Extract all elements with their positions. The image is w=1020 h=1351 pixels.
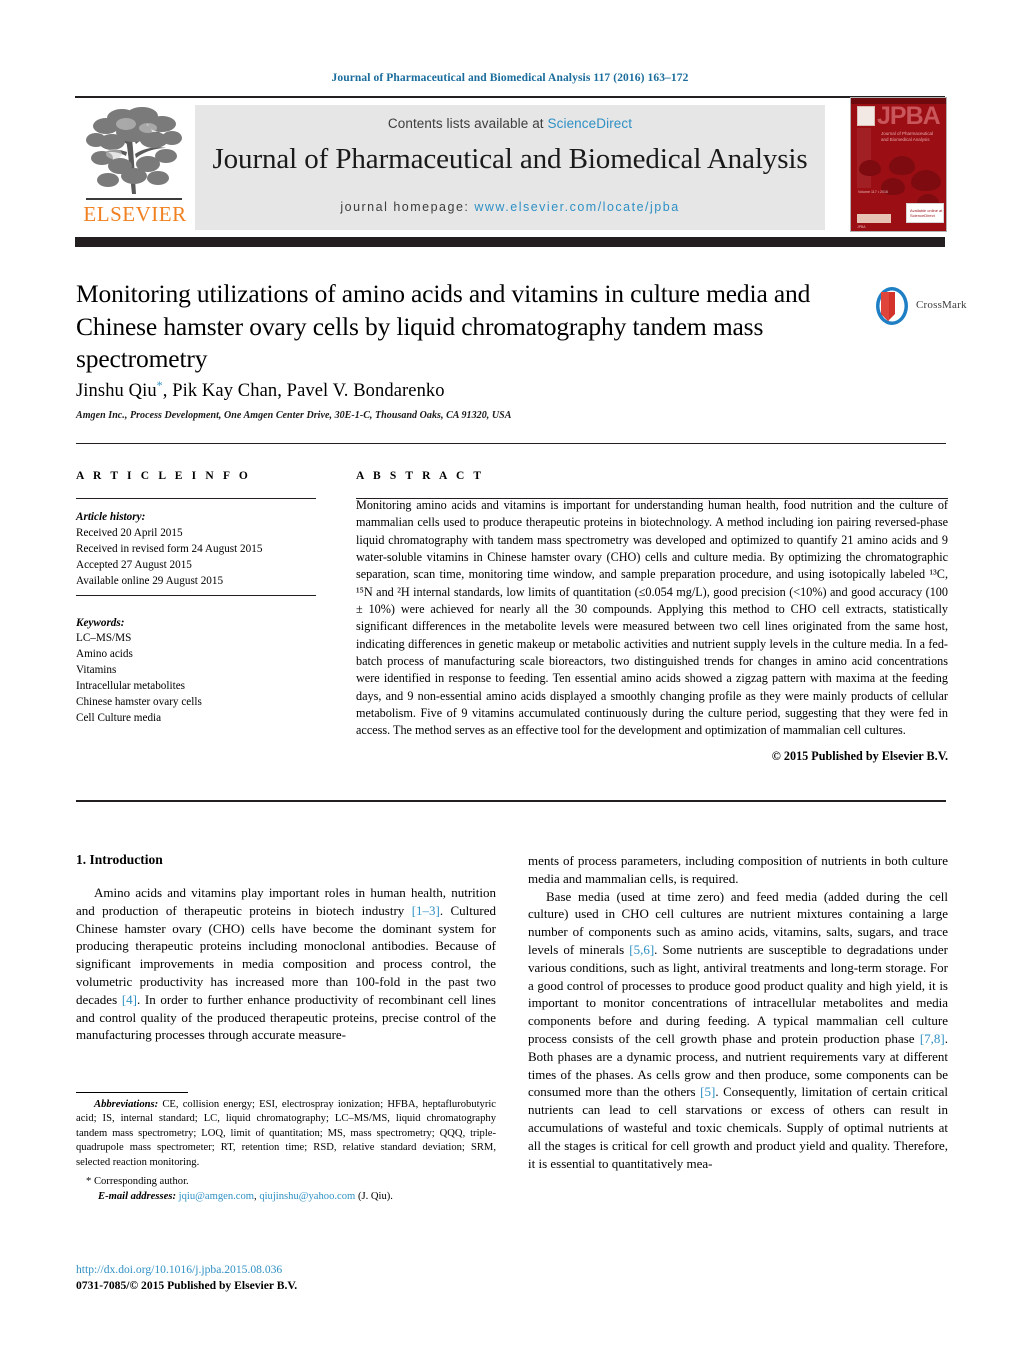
cover-sciencedirect-badge: Available online at ScienceDirect [906, 203, 944, 223]
masthead-grey-band: Contents lists available at ScienceDirec… [195, 105, 825, 230]
masthead-top-rule [75, 96, 945, 98]
journal-title: Journal of Pharmaceutical and Biomedical… [212, 143, 808, 175]
article-info-column: A R T I C L E I N F O Article history: R… [76, 470, 316, 727]
intro-text-c: . In order to further enhance productivi… [76, 991, 496, 1043]
history-item: Received 20 April 2015 [76, 526, 183, 539]
crossmark-badge[interactable]: CrossMark [872, 286, 967, 328]
intro-paragraph-left: Amino acids and vitamins play important … [76, 884, 496, 1044]
footnote-separator-rule [76, 1092, 188, 1093]
abstract-rule [356, 498, 948, 499]
email-link-primary[interactable]: jqiu@amgen.com [179, 1191, 254, 1202]
cover-decor-blob-2 [889, 156, 915, 175]
crossmark-label: CrossMark [916, 299, 967, 311]
journal-homepage-line: journal homepage: www.elsevier.com/locat… [195, 200, 825, 214]
email-suffix: (J. Qiu). [355, 1191, 393, 1203]
keyword-item: LC–MS/MS [76, 632, 132, 645]
article-history-label: Article history: [76, 511, 146, 523]
citation-ref-1-3[interactable]: [1–3] [412, 903, 440, 918]
intro-paragraph-right-continued: ments of process parameters, including c… [528, 853, 948, 886]
keywords-label: Keywords: [76, 616, 125, 629]
article-title: Monitoring utilizations of amino acids a… [76, 279, 811, 374]
cover-publisher-mark-icon [857, 214, 891, 223]
abbreviations-note: Abbreviations: CE, collision energy; ESI… [76, 1098, 496, 1170]
section-heading-introduction: 1. Introduction [76, 852, 163, 867]
elsevier-logo: ELSEVIER [78, 104, 188, 230]
issn-copyright-line: 0731-7085/© 2015 Published by Elsevier B… [76, 1278, 298, 1292]
running-head: Journal of Pharmaceutical and Biomedical… [331, 72, 689, 84]
citation-ref-5-6[interactable]: [5,6] [629, 942, 654, 957]
abstract-text: Monitoring amino acids and vitamins is i… [356, 498, 948, 738]
keyword-item: Vitamins [76, 664, 117, 677]
citation-ref-5[interactable]: [5] [700, 1084, 715, 1099]
doi-footer: http://dx.doi.org/10.1016/j.jpba.2015.08… [76, 1262, 506, 1294]
cover-volume-meta: Volume 117 • 2016 [858, 190, 888, 194]
email-addresses-note: E-mail addresses: jqiu@amgen.com, qiujin… [76, 1190, 496, 1204]
keywords-block: Keywords: LC–MS/MS Amino acids Vitamins … [76, 616, 316, 727]
journal-cover-thumbnail: JPBA Journal of Pharmaceutical and Biome… [850, 97, 947, 232]
body-column-right: ments of process parameters, including c… [528, 852, 948, 1172]
title-block: Monitoring utilizations of amino acids a… [76, 278, 866, 376]
author-rest: , Pik Kay Chan, Pavel V. Bondarenko [162, 381, 445, 402]
article-page: Journal of Pharmaceutical and Biomedical… [0, 0, 1020, 1351]
body-column-left: 1. Introduction Amino acids and vitamins… [76, 852, 496, 1044]
doi-link[interactable]: http://dx.doi.org/10.1016/j.jpba.2015.08… [76, 1263, 282, 1276]
cover-sciencedirect-badge-text: Available online at ScienceDirect [910, 208, 943, 219]
citation-ref-4[interactable]: [4] [122, 992, 137, 1007]
cover-decor-blob-3 [911, 170, 941, 191]
email-link-secondary[interactable]: qiujinshu@yahoo.com [259, 1191, 355, 1202]
masthead-black-bar [75, 237, 945, 247]
corresponding-author-note: * Corresponding author. [86, 1176, 189, 1188]
history-item: Accepted 27 August 2015 [76, 558, 192, 571]
keyword-item: Amino acids [76, 648, 133, 661]
elsevier-tree-icon [86, 106, 182, 198]
contents-available-line: Contents lists available at ScienceDirec… [195, 116, 825, 131]
keyword-item: Chinese hamster ovary cells [76, 696, 202, 709]
journal-homepage-link[interactable]: www.elsevier.com/locate/jpba [474, 200, 679, 214]
cover-acronym: JPBA [877, 102, 941, 130]
crossmark-logo-icon [872, 286, 912, 326]
elsevier-logo-baseline [86, 198, 182, 200]
abstract-column: A B S T R A C T Monitoring amino acids a… [356, 470, 948, 764]
author-primary: Jinshu Qiu [76, 381, 157, 402]
article-history-rule [76, 498, 316, 499]
abstract-heading: A B S T R A C T [356, 470, 485, 482]
history-item: Received in revised form 24 August 2015 [76, 542, 263, 555]
keyword-item: Intracellular metabolites [76, 680, 186, 693]
author-list: Jinshu Qiu*, Pik Kay Chan, Pavel V. Bond… [76, 378, 445, 402]
article-info-heading: A R T I C L E I N F O [76, 470, 251, 482]
footnotes-block: Abbreviations: CE, collision energy; ESI… [76, 1098, 496, 1205]
citation-ref-7-8[interactable]: [7,8] [920, 1031, 945, 1046]
right-text-b: . Some nutrients are susceptible to degr… [528, 941, 948, 1046]
keyword-item: Cell Culture media [76, 711, 162, 724]
cover-footer-text: JPBA [857, 225, 866, 229]
keywords-rule [76, 595, 316, 596]
intro-paragraph-right-2: Base media (used at time zero) and feed … [528, 888, 948, 1173]
article-info-top-rule [76, 443, 946, 444]
homepage-prefix: journal homepage: [340, 200, 475, 214]
sciencedirect-link[interactable]: ScienceDirect [548, 116, 633, 131]
author-affiliation: Amgen Inc., Process Development, One Amg… [76, 410, 512, 421]
email-addresses-label: E-mail addresses: [98, 1191, 176, 1203]
journal-masthead: ELSEVIER Contents lists available at Sci… [75, 96, 947, 232]
cover-subtitle: Journal of Pharmaceutical and Biomedical… [881, 131, 934, 143]
cover-elsevier-mark-icon [857, 106, 875, 126]
abstract-bottom-rule [76, 800, 946, 802]
elsevier-wordmark: ELSEVIER [83, 202, 187, 226]
contents-prefix: Contents lists available at [387, 116, 548, 131]
cover-spine [857, 128, 871, 188]
abbreviations-label: Abbreviations: [94, 1099, 159, 1110]
history-item: Available online 29 August 2015 [76, 574, 224, 587]
abstract-copyright: © 2015 Published by Elsevier B.V. [771, 748, 948, 763]
cover-decor-blob-1 [859, 160, 881, 176]
article-history-block: Article history: Received 20 April 2015 … [76, 510, 316, 590]
